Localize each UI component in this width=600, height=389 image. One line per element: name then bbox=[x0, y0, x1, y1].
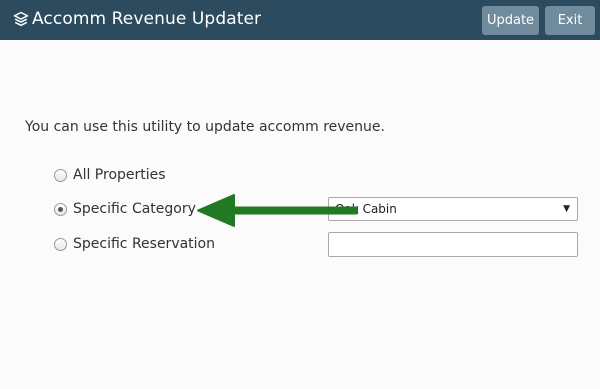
specific-category-radio[interactable] bbox=[54, 202, 67, 216]
option-all-properties[interactable]: All Properties bbox=[54, 166, 166, 184]
dropdown-arrow-icon: ▼ bbox=[563, 204, 570, 214]
update-button[interactable]: Update bbox=[482, 6, 539, 35]
title-bar: Accomm Revenue Updater Update Exit bbox=[0, 0, 600, 40]
page-title: Accomm Revenue Updater bbox=[32, 9, 262, 29]
exit-button[interactable]: Exit bbox=[545, 6, 595, 35]
category-select[interactable]: Oak Cabin ▼ bbox=[328, 197, 578, 221]
specific-reservation-radio[interactable] bbox=[54, 237, 67, 251]
reservation-input[interactable] bbox=[328, 232, 578, 257]
layers-icon bbox=[13, 11, 29, 27]
all-properties-radio[interactable] bbox=[54, 168, 67, 182]
intro-text: You can use this utility to update accom… bbox=[25, 119, 385, 135]
option-specific-category[interactable]: Specific Category bbox=[54, 200, 196, 218]
specific-category-label: Specific Category bbox=[73, 201, 196, 217]
option-specific-reservation[interactable]: Specific Reservation bbox=[54, 235, 215, 253]
specific-reservation-label: Specific Reservation bbox=[73, 236, 215, 252]
category-select-value: Oak Cabin bbox=[335, 202, 397, 216]
all-properties-label: All Properties bbox=[73, 167, 166, 183]
